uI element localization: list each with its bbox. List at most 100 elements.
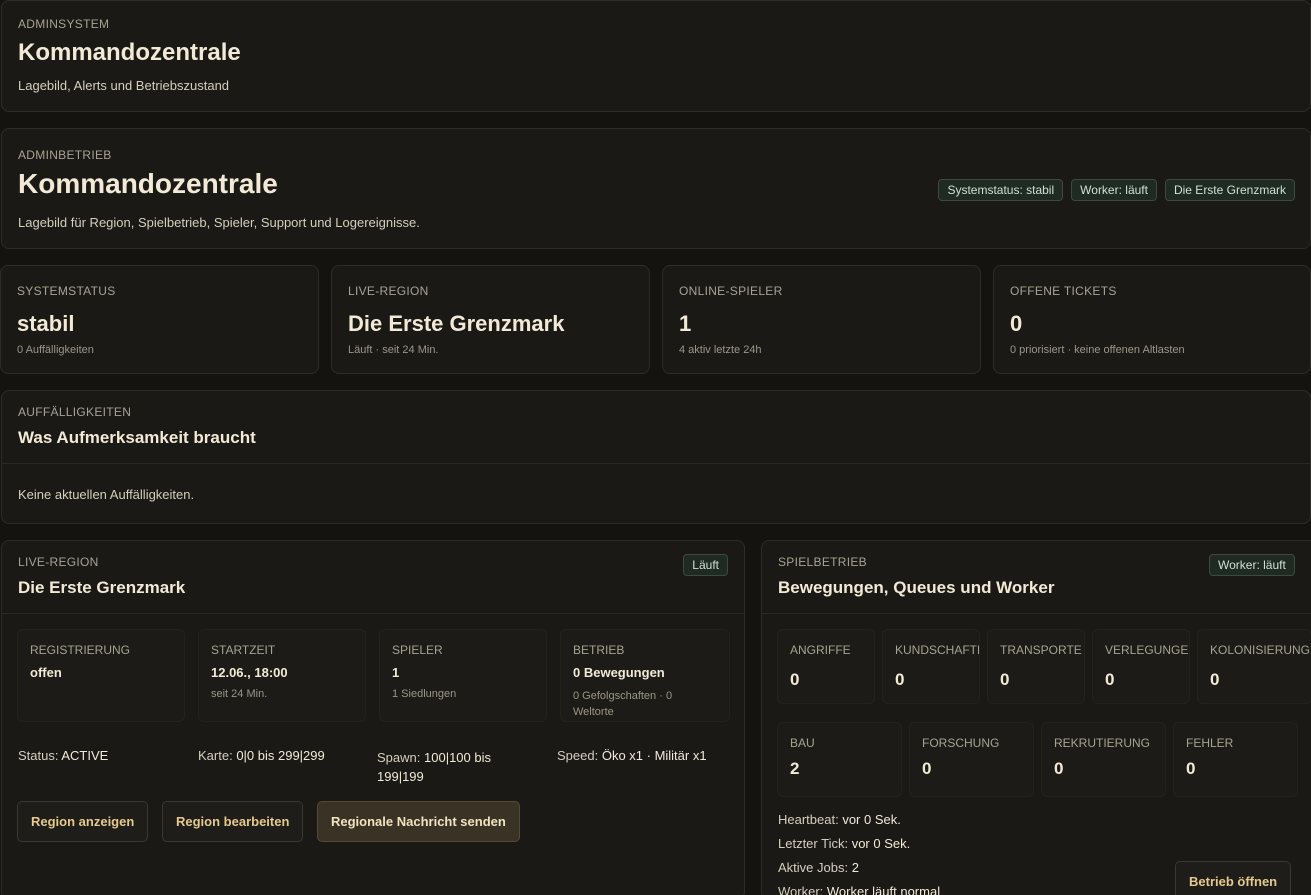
cell-label: TRANSPORTE xyxy=(1000,643,1082,657)
cell-label: KOLONISIERUNG xyxy=(1210,643,1311,657)
cell-value: 0 xyxy=(895,670,905,689)
region-kicker: LIVE-REGION xyxy=(18,555,99,569)
stat-note: 0 Auffälligkeiten xyxy=(17,344,94,356)
ops-card: SPIELBETRIEB Bewegungen, Queues und Work… xyxy=(761,540,1311,895)
alerts-divider xyxy=(2,463,1310,464)
ops-cell-attacks: ANGRIFFE 0 xyxy=(777,629,875,704)
cell-note: seit 24 Min. xyxy=(211,688,268,700)
cell-label: REKRUTIERUNG xyxy=(1054,736,1151,750)
ops-kicker: SPIELBETRIEB xyxy=(778,555,867,569)
stat-card-systemstatus: SYSTEMSTATUS stabil 0 Auffälligkeiten xyxy=(0,265,319,374)
region-cell-operations: BETRIEB 0 Bewegungen 0 Gefolgschaften · … xyxy=(560,629,730,722)
send-region-message-button[interactable]: Regionale Nachricht senden xyxy=(317,801,520,842)
stat-label: OFFENE TICKETS xyxy=(1010,284,1117,298)
top-kicker: ADMINSYSTEM xyxy=(18,17,110,31)
stat-card-online-players: ONLINE-SPIELER 1 4 aktiv letzte 24h xyxy=(662,265,981,374)
worker-badge: Worker: läuft xyxy=(1071,179,1157,201)
region-fact-spawn: Spawn: 100|100 bis 199|199 xyxy=(377,748,527,786)
fact-key: Status: xyxy=(18,748,59,763)
stat-value: 0 xyxy=(1010,311,1023,336)
stat-value: 1 xyxy=(679,311,692,336)
alerts-empty: Keine aktuellen Auffälligkeiten. xyxy=(18,487,195,502)
fact-key: Aktive Jobs: xyxy=(778,860,849,875)
stat-value: Die Erste Grenzmark xyxy=(348,311,565,336)
stat-label: LIVE-REGION xyxy=(348,284,429,298)
ops-cell-transports: TRANSPORTE 0 xyxy=(987,629,1085,704)
region-fact-map: Karte: 0|0 bis 299|299 xyxy=(198,748,325,763)
edit-region-button[interactable]: Region bearbeiten xyxy=(162,801,304,842)
cell-label: STARTZEIT xyxy=(211,643,276,657)
cell-label: KUNDSCHAFTEN xyxy=(895,643,979,657)
fact-value: Öko x1 · Militär x1 xyxy=(601,748,707,763)
alerts-card: AUFFÄLLIGKEITEN Was Aufmerksamkeit brauc… xyxy=(1,390,1311,524)
open-operations-button[interactable]: Betrieb öffnen xyxy=(1175,861,1292,895)
cell-label: BAU xyxy=(790,736,815,750)
cell-value: 2 xyxy=(790,759,800,778)
cell-value: 0 Bewegungen xyxy=(573,665,665,680)
cell-label: VERLEGUNGEN xyxy=(1105,643,1190,657)
alerts-title: Was Aufmerksamkeit braucht xyxy=(18,428,256,447)
ops-fact-heartbeat: Heartbeat: vor 0 Sek. xyxy=(778,812,901,827)
ops-divider xyxy=(762,613,1311,614)
top-card: ADMINSYSTEM Kommandozentrale Lagebild, A… xyxy=(1,0,1311,112)
cell-label: REGISTRIERUNG xyxy=(30,643,131,657)
stat-label: ONLINE-SPIELER xyxy=(679,284,783,298)
ops-fact-last-tick: Letzter Tick: vor 0 Sek. xyxy=(778,836,910,851)
cell-note: 1 Siedlungen xyxy=(392,688,457,700)
fact-key: Karte: xyxy=(198,748,233,763)
header-title: Kommandozentrale xyxy=(18,168,278,199)
cell-value: 12.06., 18:00 xyxy=(211,665,288,680)
fact-value: 0|0 bis 299|299 xyxy=(236,748,325,763)
cell-note: 0 Gefolgschaften · 0 Weltorte xyxy=(573,690,673,718)
cell-value: 0 xyxy=(922,759,932,778)
header-card: ADMINBETRIEB Kommandozentrale Lagebild f… xyxy=(1,128,1311,249)
page-subtitle: Lagebild, Alerts und Betriebszustand xyxy=(18,78,230,93)
ops-cell-scouting: KUNDSCHAFTEN 0 xyxy=(882,629,980,704)
cell-value: 0 xyxy=(1210,670,1220,689)
cell-value: 0 xyxy=(1054,759,1064,778)
stat-value: stabil xyxy=(17,311,75,336)
fact-value: 2 xyxy=(851,860,859,875)
region-card: LIVE-REGION Die Erste Grenzmark Läuft RE… xyxy=(1,540,745,895)
cell-value: 0 xyxy=(1186,759,1196,778)
fact-value: vor 0 Sek. xyxy=(851,836,911,851)
cell-label: FEHLER xyxy=(1186,736,1234,750)
cell-value: 0 xyxy=(790,670,800,689)
stat-note: 0 priorisiert · keine offenen Altlasten xyxy=(1010,344,1185,356)
region-cell-starttime: STARTZEIT 12.06., 18:00 seit 24 Min. xyxy=(198,629,366,722)
fact-key: Letzter Tick: xyxy=(778,836,849,851)
fact-value: vor 0 Sek. xyxy=(842,812,901,827)
cell-label: BETRIEB xyxy=(573,643,625,657)
page-title: Kommandozentrale xyxy=(18,39,241,66)
cell-value: 1 xyxy=(392,665,400,680)
region-divider xyxy=(2,613,744,614)
cell-label: SPIELER xyxy=(392,643,443,657)
stat-card-live-region: LIVE-REGION Die Erste Grenzmark Läuft · … xyxy=(331,265,650,374)
stat-label: SYSTEMSTATUS xyxy=(17,284,116,298)
ops-title: Bewegungen, Queues und Worker xyxy=(778,578,1055,597)
header-subtitle: Lagebild für Region, Spielbetrieb, Spiel… xyxy=(18,215,420,230)
fact-key: Worker: xyxy=(778,884,824,895)
ops-cell-relocations: VERLEGUNGEN 0 xyxy=(1092,629,1190,704)
show-region-button[interactable]: Region anzeigen xyxy=(17,801,149,842)
cell-value: 0 xyxy=(1000,670,1010,689)
region-badge: Die Erste Grenzmark xyxy=(1164,179,1295,201)
ops-worker-badge: Worker: läuft xyxy=(1209,554,1295,576)
status-badge: Systemstatus: stabil xyxy=(938,179,1064,201)
fact-value: Worker läuft normal xyxy=(826,884,941,895)
cell-label: ANGRIFFE xyxy=(790,643,851,657)
fact-key: Speed: xyxy=(557,748,599,763)
fact-key: Spawn: xyxy=(377,750,421,765)
header-kicker: ADMINBETRIEB xyxy=(18,148,112,162)
ops-cell-colonization: KOLONISIERUNG 0 xyxy=(1197,629,1311,704)
region-fact-status: Status: ACTIVE xyxy=(18,748,108,763)
ops-fact-active-jobs: Aktive Jobs: 2 xyxy=(778,860,859,875)
ops-cell-recruitment: REKRUTIERUNG 0 xyxy=(1041,722,1166,797)
cell-value: 0 xyxy=(1105,670,1115,689)
alerts-kicker: AUFFÄLLIGKEITEN xyxy=(18,405,132,419)
region-fact-speed: Speed: Öko x1 · Militär x1 xyxy=(557,748,707,763)
header-badges: Systemstatus: stabil Worker: läuft Die E… xyxy=(938,179,1295,201)
ops-fact-worker: Worker: Worker läuft normal xyxy=(778,884,940,895)
cell-label: FORSCHUNG xyxy=(922,736,1000,750)
stat-note: 4 aktiv letzte 24h xyxy=(679,344,762,356)
